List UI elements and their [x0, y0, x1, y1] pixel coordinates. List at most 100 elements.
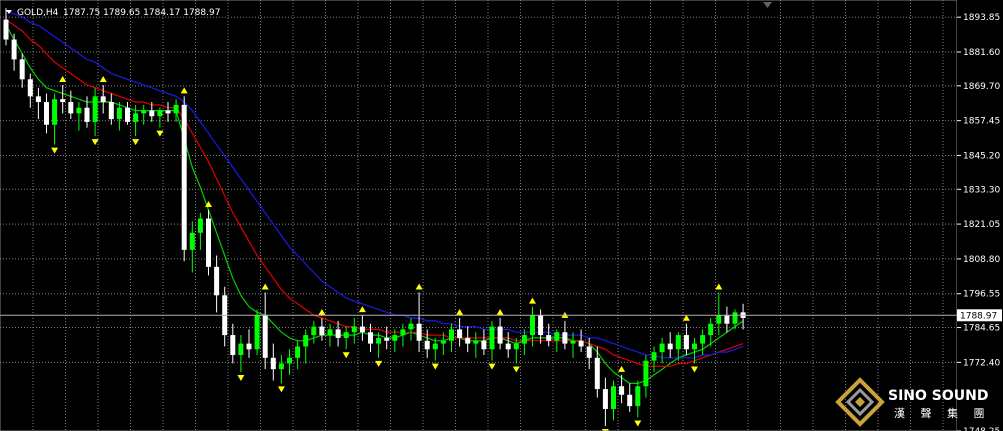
candle-body	[92, 96, 98, 122]
ma-mid-line	[5, 19, 744, 367]
candle-body	[141, 110, 147, 114]
candle-body	[400, 329, 406, 336]
candle	[19, 53, 25, 88]
candle	[165, 102, 171, 122]
price-tick-label: 1821.05	[963, 220, 1000, 230]
price-tick-label: 1808.80	[963, 255, 1000, 265]
fractal-up-arrow	[99, 75, 107, 82]
candle	[400, 323, 406, 347]
candle	[513, 337, 519, 364]
candle-body	[157, 110, 163, 117]
candle	[351, 318, 357, 344]
candle-body	[197, 218, 203, 233]
candle-body	[11, 39, 17, 60]
candle	[197, 212, 203, 250]
candle-body	[692, 343, 697, 350]
candle-body	[60, 99, 66, 103]
candle	[602, 377, 608, 427]
candle-body	[392, 335, 398, 341]
candle-body	[602, 389, 608, 409]
price-tick-label: 1833.30	[963, 185, 1000, 195]
fractal-up-arrow	[180, 87, 188, 94]
price-tick-label: 1772.40	[963, 358, 1000, 368]
candle-body	[52, 99, 58, 125]
fractal-down-arrow	[237, 375, 245, 382]
candle	[716, 292, 722, 336]
candle-body	[3, 19, 9, 40]
candle-body	[473, 340, 479, 344]
candle	[416, 292, 422, 353]
candle	[643, 354, 649, 398]
candle-body	[683, 335, 689, 350]
candle-body	[254, 315, 260, 350]
candle-body	[578, 340, 584, 347]
fractal-up-arrow	[456, 309, 464, 316]
price-tick-label: 1796.55	[963, 290, 1000, 300]
candles-layer	[3, 8, 746, 427]
candle-body	[497, 326, 503, 344]
candle-body	[732, 312, 738, 324]
price-axis: 1893.85 1881.60 1869.70 1857.45 1845.20 1833.…	[957, 0, 1003, 431]
candle	[343, 326, 349, 350]
candle	[287, 349, 292, 375]
moving-averages	[5, 10, 744, 384]
candle-body	[716, 315, 722, 324]
shift-marker-icon[interactable]	[763, 2, 772, 8]
candle-body	[432, 343, 438, 350]
candle-body	[700, 335, 706, 344]
candle	[157, 107, 163, 128]
candle	[465, 326, 471, 353]
candle-body	[238, 343, 244, 355]
candle-body	[303, 335, 309, 347]
candle	[732, 309, 738, 330]
svg-text:1788.97: 1788.97	[960, 311, 997, 321]
fractal-up-arrow	[318, 309, 326, 316]
candle-body	[384, 337, 390, 341]
fractal-down-arrow	[691, 366, 698, 373]
candle	[11, 33, 17, 71]
candle-body	[440, 340, 446, 344]
fractal-down-arrow	[488, 363, 496, 370]
price-chart[interactable]: 1893.85 1881.60 1869.70 1857.45 1845.20 1833.…	[0, 0, 1003, 431]
fractal-up-arrow	[715, 283, 723, 290]
candle	[68, 90, 74, 120]
fractal-down-arrow	[51, 147, 59, 154]
candle	[44, 93, 49, 134]
candle-body	[76, 107, 82, 114]
candle-body	[125, 107, 130, 122]
current-price-label: 1788.97	[957, 309, 1002, 322]
candle	[125, 102, 130, 125]
candle-body	[359, 326, 365, 333]
price-tick-label: 1857.45	[963, 117, 1000, 127]
candle-body	[287, 357, 292, 364]
candle	[667, 332, 673, 358]
candle-body	[530, 315, 535, 336]
candle-body	[521, 335, 527, 344]
candle-body	[116, 107, 122, 120]
fractal-down-arrow	[512, 366, 520, 373]
price-tick-label: 1869.70	[963, 82, 1000, 92]
candle-body	[724, 315, 730, 324]
candle-body	[505, 343, 511, 350]
candle	[489, 320, 495, 361]
candle	[497, 318, 503, 350]
candle	[278, 354, 284, 384]
candle	[214, 255, 220, 313]
candle	[303, 329, 309, 364]
candle-body	[513, 343, 519, 350]
candle-body	[570, 340, 576, 344]
candle	[578, 329, 584, 353]
fractal-up-arrow	[261, 283, 269, 290]
candle	[254, 309, 260, 355]
candle	[27, 73, 33, 108]
candle	[92, 87, 98, 137]
chart-header[interactable]: GOLD,H4 1787.75 1789.65 1784.17 1788.97	[6, 8, 220, 18]
candle	[295, 340, 301, 370]
candle-body	[311, 326, 317, 336]
candle	[222, 286, 228, 347]
candle-body	[181, 104, 187, 250]
candle	[206, 210, 211, 276]
candle-body	[489, 326, 495, 350]
fractal-up-arrow	[358, 306, 366, 313]
candle-body	[457, 329, 463, 338]
